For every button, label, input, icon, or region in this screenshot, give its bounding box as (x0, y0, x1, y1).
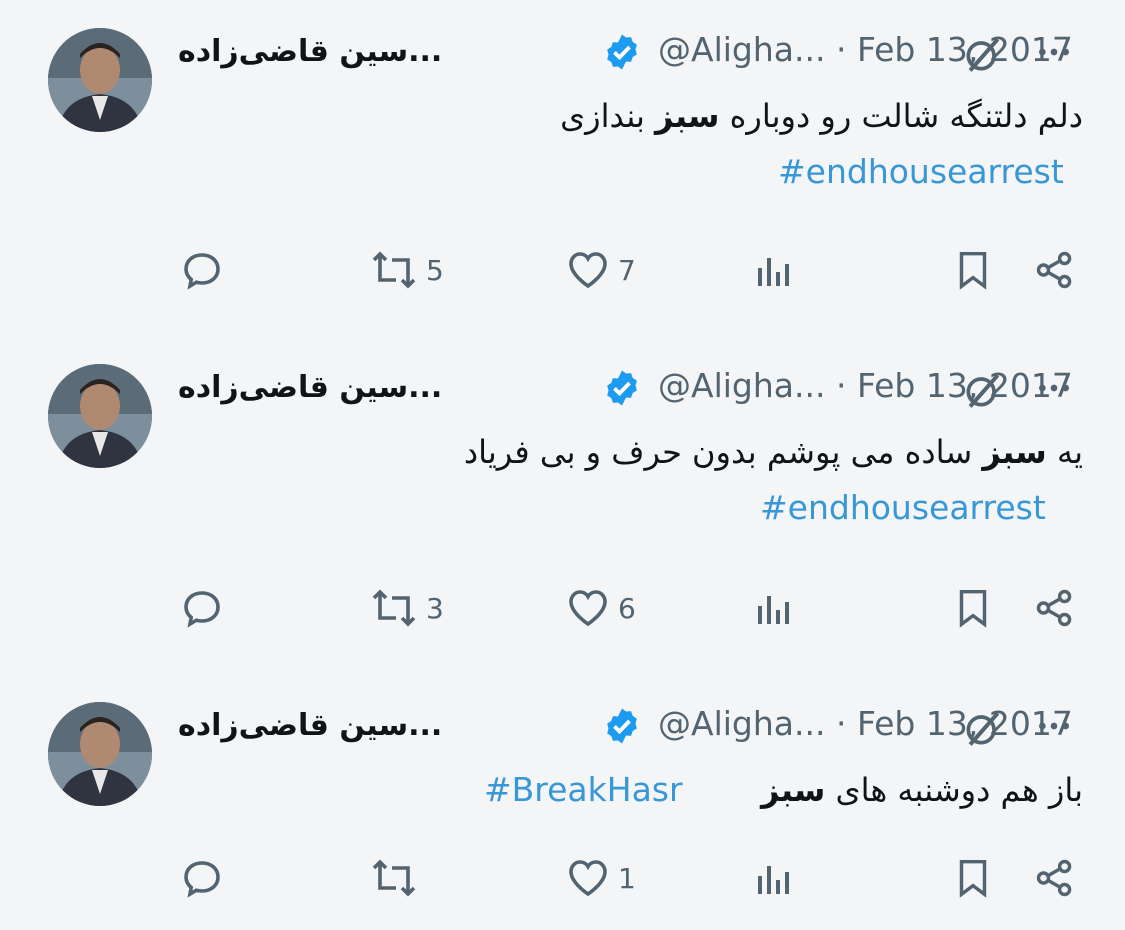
like-count: 7 (618, 253, 636, 287)
share-button[interactable] (1032, 578, 1078, 638)
reply-button[interactable] (178, 848, 232, 908)
grok-icon[interactable] (960, 32, 1006, 76)
hashtag-link[interactable]: #endhousearrest (760, 488, 1046, 527)
share-icon (1036, 251, 1072, 289)
hashtag-link[interactable]: #BreakHasr (484, 770, 683, 809)
like-icon (569, 860, 607, 897)
retweet-button[interactable]: 5 (368, 240, 444, 300)
bookmark-icon (959, 251, 987, 290)
retweet-button[interactable] (368, 848, 426, 908)
more-icon[interactable] (1032, 706, 1076, 746)
grok-icon[interactable] (960, 368, 1006, 412)
verified-badge-icon (607, 34, 637, 70)
reply-icon (184, 253, 220, 290)
avatar-photo (48, 28, 152, 132)
tweet-text: باز هم دوشنبه های سبز (760, 771, 1083, 809)
more-icon[interactable] (1032, 368, 1076, 408)
avatar[interactable] (48, 28, 152, 132)
bookmark-button[interactable] (950, 240, 996, 300)
more-icon[interactable] (1032, 32, 1076, 72)
verified-badge-icon (607, 370, 637, 406)
action-bar: 3 6 (0, 578, 1125, 638)
retweet-count: 3 (426, 591, 444, 625)
reply-icon (184, 591, 220, 628)
handle[interactable]: @Aligha... (658, 704, 825, 743)
views-icon (758, 866, 789, 894)
views-button[interactable] (750, 578, 798, 638)
display-name[interactable]: ...سین قاضی‌زاده (178, 370, 442, 405)
like-button[interactable]: 6 (564, 578, 636, 638)
action-bar: 1 (0, 848, 1125, 908)
avatar-photo (48, 364, 152, 468)
share-icon (1036, 589, 1072, 627)
bookmark-icon (959, 589, 987, 628)
share-button[interactable] (1032, 240, 1078, 300)
handle[interactable]: @Aligha... (658, 366, 825, 405)
share-button[interactable] (1032, 848, 1078, 908)
tweet-text: یه سبز ساده می پوشم بدون حرف و بی فریاد (463, 433, 1083, 471)
hashtag-link[interactable]: #endhousearrest (778, 152, 1064, 191)
views-icon (758, 596, 789, 624)
verified-badge-icon (607, 708, 637, 744)
retweet-count: 5 (426, 253, 444, 287)
retweet-icon (372, 859, 416, 897)
retweet-icon (372, 589, 416, 627)
like-count: 6 (618, 591, 636, 625)
bookmark-icon (959, 859, 987, 898)
bookmark-button[interactable] (950, 578, 996, 638)
grok-icon[interactable] (960, 706, 1006, 750)
reply-icon (184, 861, 220, 898)
like-icon (569, 590, 607, 627)
handle-and-date[interactable]: @Aligha... · Feb 13, 2017 (658, 366, 1073, 405)
display-name[interactable]: ...سین قاضی‌زاده (178, 708, 442, 743)
share-icon (1036, 859, 1072, 897)
reply-button[interactable] (178, 578, 232, 638)
like-icon (569, 252, 607, 289)
dot-separator: · (835, 366, 857, 405)
dot-separator: · (835, 30, 857, 69)
views-button[interactable] (750, 848, 798, 908)
handle-and-date[interactable]: @Aligha... · Feb 13, 2017 (658, 704, 1073, 743)
display-name[interactable]: ...سین قاضی‌زاده (178, 34, 442, 69)
views-button[interactable] (750, 240, 798, 300)
handle-and-date[interactable]: @Aligha... · Feb 13, 2017 (658, 30, 1073, 69)
avatar[interactable] (48, 364, 152, 468)
dot-separator: · (835, 704, 857, 743)
bookmark-button[interactable] (950, 848, 996, 908)
handle[interactable]: @Aligha... (658, 30, 825, 69)
avatar-photo (48, 702, 152, 806)
views-icon (758, 258, 789, 286)
retweet-icon (372, 251, 416, 289)
action-bar: 5 7 (0, 240, 1125, 300)
avatar[interactable] (48, 702, 152, 806)
like-count: 1 (618, 861, 636, 895)
retweet-button[interactable]: 3 (368, 578, 444, 638)
like-button[interactable]: 7 (564, 240, 636, 300)
tweet-text: دلم دلتنگه شالت رو دوباره سبز بندازی (560, 97, 1083, 135)
like-button[interactable]: 1 (564, 848, 636, 908)
reply-button[interactable] (178, 240, 232, 300)
